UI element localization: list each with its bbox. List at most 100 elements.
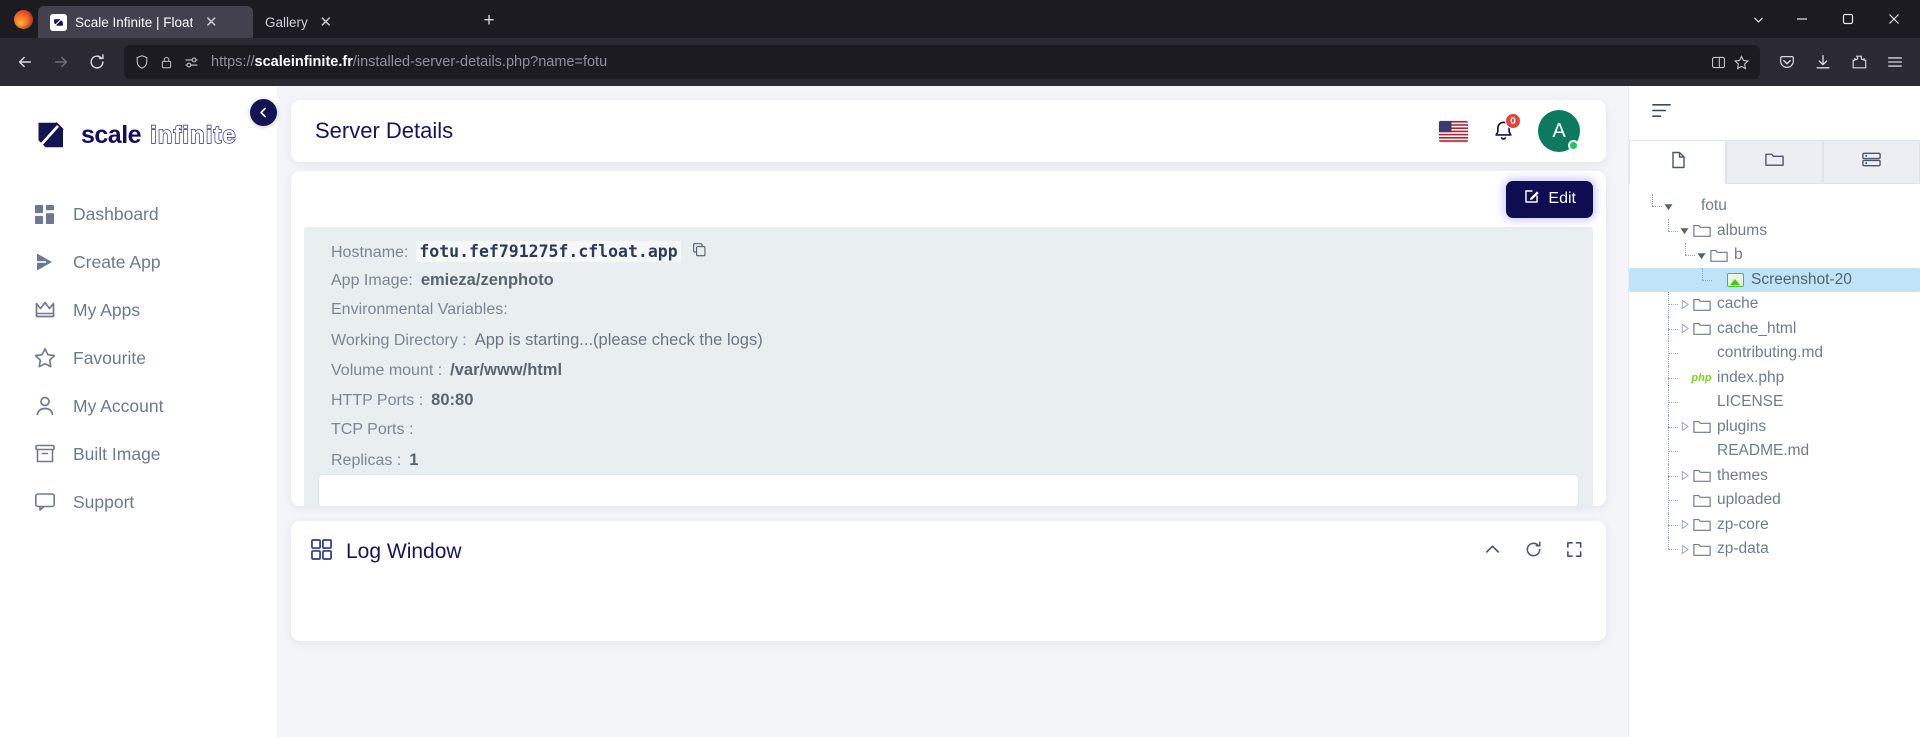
tree-node-zp-core[interactable]: zp-core (1629, 512, 1920, 538)
tree-label-albums: albums (1717, 221, 1767, 239)
tree-node-screenshot[interactable]: Screenshot-20 (1629, 267, 1920, 292)
expand-icon[interactable] (1565, 540, 1584, 564)
new-tab-button[interactable]: + (474, 6, 504, 36)
sidebar-label-my-apps: My Apps (73, 299, 141, 320)
scale-infinite-logo-icon (28, 114, 70, 156)
file-panel-tab-folders[interactable] (1726, 140, 1823, 184)
url-text[interactable]: https://scaleinfinite.fr/installed-serve… (209, 54, 1701, 70)
reload-button[interactable] (80, 45, 114, 79)
sidebar-item-create-app[interactable]: Create App (0, 238, 277, 286)
image-file-icon (1725, 272, 1746, 287)
bookmark-star-icon[interactable] (1733, 54, 1750, 71)
detail-row-env-vars: Environmental Variables: (304, 301, 1593, 331)
folder-icon (1691, 542, 1712, 557)
tree-expand-arrow-closed[interactable] (1678, 299, 1691, 309)
tree-expand-arrow-open[interactable] (1678, 226, 1691, 235)
tree-node-contributing-md[interactable]: contributing.md (1629, 341, 1920, 366)
browser-tab-0[interactable]: Scale Infinite | Float ✕ (38, 6, 253, 38)
browser-tab-1[interactable]: Gallery ✕ (253, 6, 468, 38)
detail-label-hostname: Hostname: (331, 244, 409, 261)
close-window-button[interactable] (1872, 0, 1916, 38)
tree-node-uploaded[interactable]: uploaded (1629, 488, 1920, 513)
detail-row-app-image: App Image: emieza/zenphoto (304, 271, 1593, 301)
shield-icon[interactable] (134, 54, 150, 70)
notifications-button[interactable]: 0 (1490, 113, 1521, 144)
sidebar-item-built-image[interactable]: Built Image (0, 430, 277, 478)
us-flag-icon[interactable] (1439, 120, 1468, 142)
tree-expand-arrow-open[interactable] (1695, 251, 1708, 260)
tree-label-themes: themes (1717, 466, 1768, 484)
sidebar-collapse-button[interactable] (250, 99, 277, 126)
file-panel-tab-files[interactable] (1629, 140, 1726, 184)
edit-button[interactable]: Edit (1506, 180, 1593, 218)
tree-label-fotu: fotu (1701, 197, 1727, 215)
tree-expand-arrow-closed[interactable] (1678, 422, 1691, 432)
user-avatar[interactable]: A (1538, 110, 1580, 152)
forward-button[interactable] (44, 45, 78, 79)
grid-icon (33, 203, 56, 226)
tree-expand-arrow-closed[interactable] (1678, 520, 1691, 530)
tree-node-cache[interactable]: cache (1629, 292, 1920, 317)
save-to-pocket-icon[interactable] (1770, 45, 1804, 79)
folder-icon (1691, 517, 1712, 532)
sidebar-item-favourite[interactable]: Favourite (0, 334, 277, 382)
tree-node-plugins[interactable]: plugins (1629, 414, 1920, 440)
details-subsection-strip (318, 474, 1579, 506)
main-content: Server Details 0 A Edit Hostname: fotu.f… (277, 86, 1628, 737)
file-panel-toolbar (1629, 86, 1920, 140)
detail-value-app-image: emieza/zenphoto (420, 271, 554, 289)
filter-icon[interactable] (1651, 100, 1672, 126)
tree-expand-arrow-closed[interactable] (1678, 544, 1691, 554)
tree-expand-arrow-closed[interactable] (1678, 324, 1691, 334)
url-path: /installed-server-details.php?name=fotu (352, 54, 608, 70)
tree-expand-arrow-closed[interactable] (1678, 471, 1691, 481)
app-sidebar: scale infinite Dashboard Create App My A… (0, 86, 277, 737)
file-icon (1668, 150, 1688, 175)
tree-node-index-php[interactable]: php index.php (1629, 365, 1920, 391)
file-tree: fotu albums b Screenshot-20 cache cache_… (1629, 184, 1920, 562)
user-icon (33, 395, 56, 418)
sidebar-item-my-account[interactable]: My Account (0, 382, 277, 430)
folder-icon (1764, 149, 1785, 175)
tree-guide (1659, 341, 1678, 366)
tree-node-cache-html[interactable]: cache_html (1629, 316, 1920, 342)
tree-guide (1676, 243, 1695, 268)
sidebar-item-my-apps[interactable]: My Apps (0, 286, 277, 334)
folder-icon (1691, 321, 1712, 336)
address-bar[interactable]: https://scaleinfinite.fr/installed-serve… (124, 45, 1760, 79)
downloads-icon[interactable] (1806, 45, 1840, 79)
detail-value-working-directory: App is starting...(please check the logs… (474, 331, 763, 349)
tree-node-zp-data[interactable]: zp-data (1629, 537, 1920, 562)
tree-guide (1659, 463, 1678, 489)
extensions-icon[interactable] (1842, 45, 1876, 79)
tab-close-button-0[interactable]: ✕ (201, 12, 221, 32)
minimize-button[interactable] (1780, 0, 1824, 38)
chevron-up-icon[interactable] (1483, 540, 1502, 564)
refresh-icon[interactable] (1524, 540, 1543, 564)
brand-logo[interactable]: scale infinite (0, 104, 277, 160)
tree-guide (1659, 292, 1678, 317)
tree-node-b[interactable]: b (1629, 243, 1920, 268)
archive-icon (33, 443, 56, 466)
tree-expand-arrow-open[interactable] (1662, 202, 1675, 211)
back-button[interactable] (8, 45, 42, 79)
app-menu-icon[interactable] (1878, 45, 1912, 79)
reader-mode-icon[interactable] (1710, 54, 1727, 71)
folder-icon (1691, 468, 1712, 483)
tab-close-button-1[interactable]: ✕ (316, 12, 336, 32)
tree-node-albums[interactable]: albums (1629, 218, 1920, 244)
tree-node-themes[interactable]: themes (1629, 463, 1920, 489)
tree-node-license[interactable]: LICENSE (1629, 390, 1920, 415)
sidebar-item-dashboard[interactable]: Dashboard (0, 190, 277, 238)
tree-node-readme-md[interactable]: README.md (1629, 439, 1920, 464)
list-all-tabs-icon[interactable] (1738, 0, 1778, 38)
sidebar-item-support[interactable]: Support (0, 478, 277, 526)
tree-node-fotu[interactable]: fotu (1629, 194, 1920, 219)
tab-strip: Scale Infinite | Float ✕ Gallery ✕ + (0, 0, 1920, 38)
tree-label-cache: cache (1717, 295, 1759, 313)
file-panel-tab-server[interactable] (1823, 140, 1920, 184)
permissions-icon[interactable] (183, 54, 200, 71)
copy-hostname-icon[interactable] (692, 242, 707, 257)
lock-icon[interactable] (159, 55, 174, 70)
maximize-button[interactable] (1826, 0, 1870, 38)
